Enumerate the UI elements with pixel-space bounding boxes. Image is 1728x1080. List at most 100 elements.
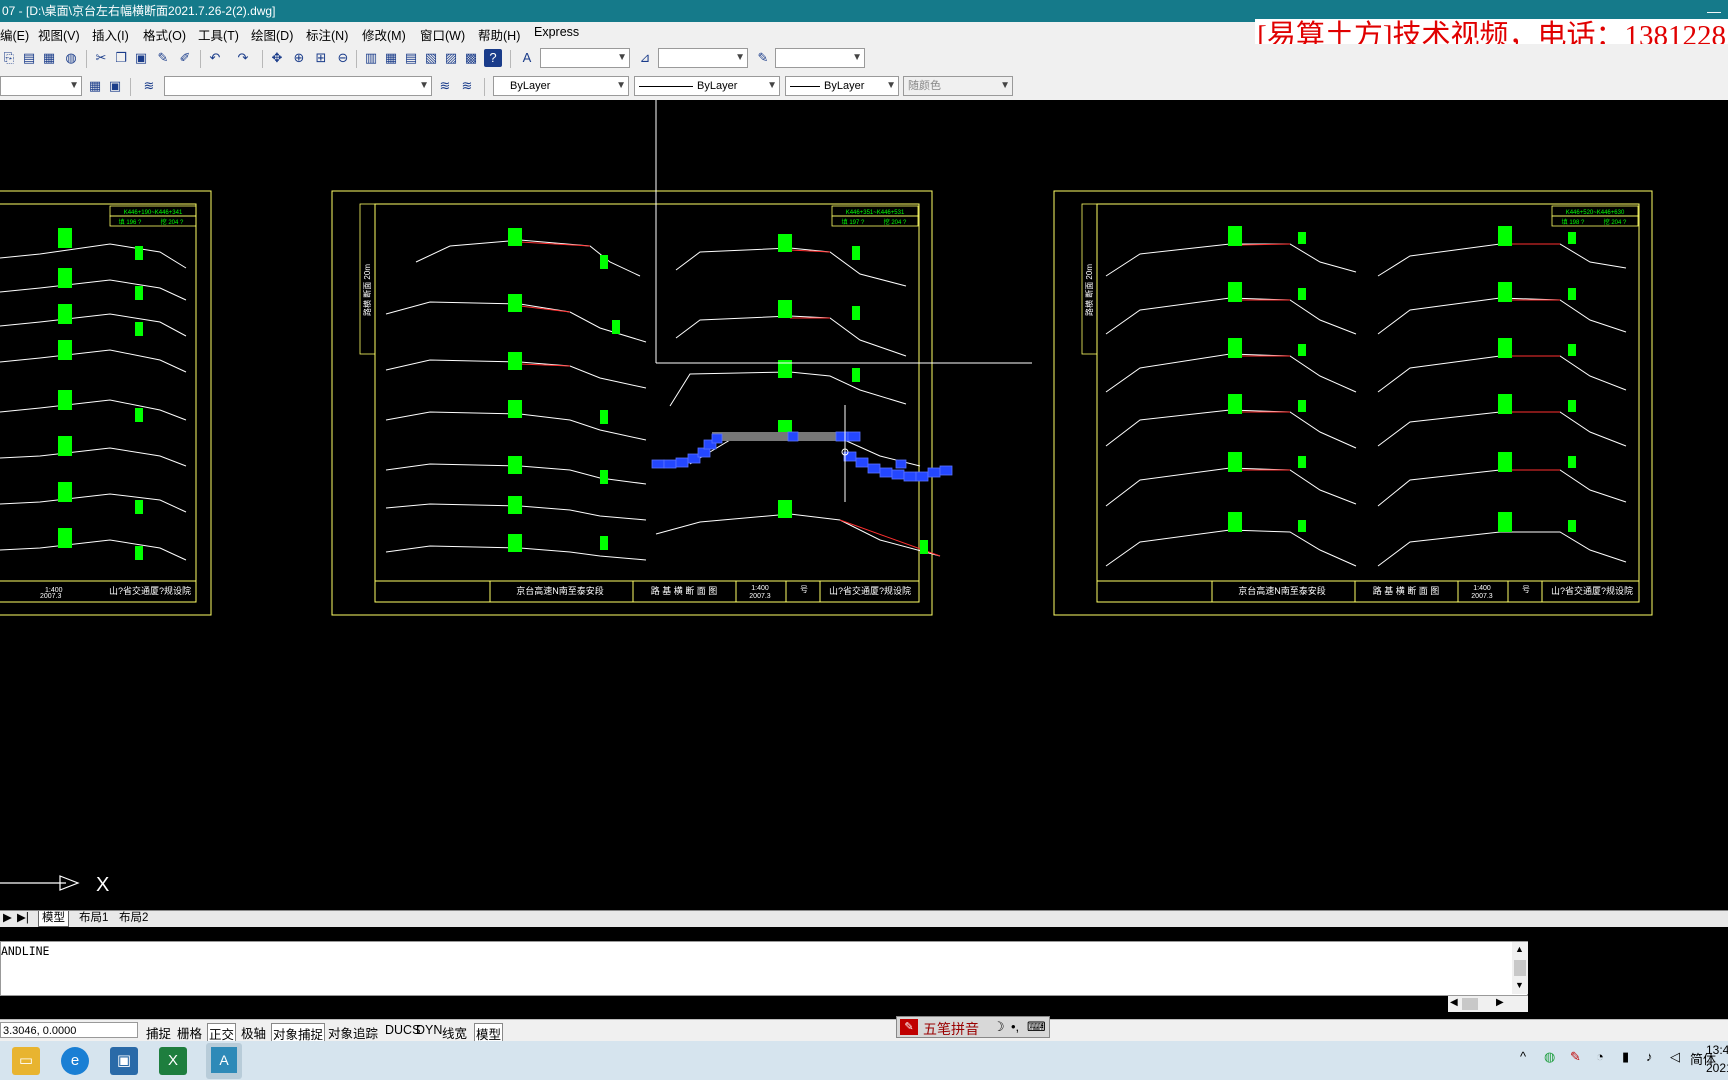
sheet-left: K446+190~K446+341 填 196 ? 挖 204 ? 1:400 … (0, 190, 212, 616)
zoom-window-icon[interactable]: ⊞ (312, 49, 330, 67)
ime-toolbar[interactable]: ✎ 五笔拼音 ☽ •, ⌨ (896, 1016, 1050, 1038)
moon-icon[interactable]: ☽ (993, 1019, 1005, 1035)
scroll-down-icon[interactable]: ▼ (1515, 980, 1524, 990)
menu-format[interactable]: 格式(O) (143, 25, 186, 44)
menu-view[interactable]: 视图(V) (38, 25, 80, 44)
menu-tools[interactable]: 工具(T) (198, 25, 239, 44)
sheet-middle-date: 2007.3 (749, 593, 771, 600)
punctuation-icon[interactable]: •, (1011, 1019, 1019, 1034)
block-editor-icon[interactable]: ✐ (176, 49, 194, 67)
linetype-color-combo[interactable]: ByLayer ▼ (493, 76, 629, 96)
microphone-icon[interactable]: ♪ (1646, 1049, 1653, 1064)
undo-icon[interactable]: ↶ (206, 49, 224, 67)
scroll-right-icon[interactable]: ▶ (1496, 997, 1504, 1008)
status-bar: 3.3046, 0.0000 捕捉 栅格 正交 极轴 对象捕捉 对象追踪 DUC… (0, 1019, 1728, 1044)
match-properties-icon[interactable]: ✎ (154, 49, 172, 67)
tray-chevron-icon[interactable]: ^ (1520, 1049, 1526, 1064)
sheet-right-fill: 填 198 ? (1562, 218, 1585, 226)
calculator-icon[interactable]: ▩ (462, 49, 480, 67)
browser-icon[interactable]: e (61, 1047, 89, 1075)
lineweight-combo[interactable]: ByLayer ▼ (785, 76, 899, 96)
tab-layout2[interactable]: 布局2 (116, 911, 151, 926)
layer-previous2-icon[interactable]: ≋ (458, 77, 476, 95)
excel-icon[interactable]: X (159, 1047, 187, 1075)
menu-modify[interactable]: 修改(M) (362, 25, 406, 44)
table-style-icon[interactable]: ✎ (754, 49, 772, 67)
tab-last-icon[interactable]: ▶| (14, 911, 32, 926)
publish-icon[interactable]: ▦ (40, 49, 58, 67)
layer-previous-icon[interactable]: ▣ (106, 77, 124, 95)
tab-prev-icon[interactable]: ▶ (0, 911, 15, 926)
file-explorer-icon[interactable]: ▭ (12, 1047, 40, 1075)
table-style-combo[interactable]: ▼ (775, 48, 865, 68)
make-current-layer-icon[interactable]: ≋ (436, 77, 454, 95)
tab-model[interactable]: 模型 (38, 911, 69, 927)
globe-icon[interactable]: ◍ (62, 49, 80, 67)
ime-label: 五笔拼音 (923, 1021, 979, 1037)
sheet-right-side-label: 路横 断面 20m (1084, 264, 1094, 316)
autocad-taskbar-button[interactable]: A (206, 1043, 242, 1079)
copy-icon[interactable]: ⎘ (0, 49, 18, 67)
status-dyn[interactable]: DYN (415, 1023, 443, 1037)
pan-icon[interactable]: ✥ (268, 49, 286, 67)
dim-style-icon[interactable]: ⊿ (636, 49, 654, 67)
command-history: ANDLINE (1, 944, 50, 958)
battery-icon[interactable]: ▮ (1622, 1049, 1629, 1065)
layer-properties-icon[interactable]: ≋ (140, 77, 158, 95)
menu-express[interactable]: Express (534, 25, 579, 39)
workspace-combo[interactable]: ▼ (0, 76, 82, 96)
keyboard-icon[interactable]: ⌨ (1027, 1019, 1046, 1035)
linetype-combo[interactable]: ByLayer ▼ (634, 76, 780, 96)
tab-layout1[interactable]: 布局1 (76, 911, 111, 926)
sheet-set-icon[interactable]: ▧ (422, 49, 440, 67)
tool-palettes-icon[interactable]: ▤ (402, 49, 420, 67)
volume-icon[interactable]: ◁ (1670, 1049, 1680, 1065)
preview-icon[interactable]: ▤ (20, 49, 38, 67)
remote-desktop-icon[interactable]: ▣ (110, 1047, 138, 1075)
zoom-realtime-icon[interactable]: ⊕ (290, 49, 308, 67)
status-otrack[interactable]: 对象追踪 (327, 1023, 379, 1042)
text-style-icon[interactable]: A (518, 49, 536, 67)
sheet-right-scale: 1:400 (1473, 585, 1491, 592)
wifi-icon[interactable]: ◔ (1596, 1049, 1604, 1064)
menu-help[interactable]: 帮助(H) (478, 25, 520, 44)
cut-icon[interactable]: ✂ (92, 49, 110, 67)
paste-icon[interactable]: ▣ (132, 49, 150, 67)
plot-style-combo[interactable]: 随颜色 ▼ (903, 76, 1013, 96)
ime-logo-icon[interactable]: ✎ (900, 1019, 918, 1035)
help-icon[interactable]: ? (484, 49, 502, 67)
zoom-previous-icon[interactable]: ⊖ (334, 49, 352, 67)
layer-combo[interactable]: ▼ (164, 76, 432, 96)
text-style-combo[interactable]: ▼ (540, 48, 630, 68)
command-scrollbar[interactable]: ▲ ▼ (1512, 942, 1528, 994)
horizontal-scrollbar[interactable]: ◀ ▶ (1448, 996, 1528, 1012)
dim-style-combo[interactable]: ▼ (658, 48, 748, 68)
menu-edit[interactable]: 编(E) (0, 25, 29, 44)
status-lineweight[interactable]: 线宽 (441, 1023, 468, 1042)
redo-icon[interactable]: ↷ (234, 49, 252, 67)
copy-clip-icon[interactable]: ❐ (112, 49, 130, 67)
menu-insert[interactable]: 插入(I) (92, 25, 129, 44)
scroll-up-icon[interactable]: ▲ (1515, 944, 1524, 954)
status-polar[interactable]: 极轴 (240, 1023, 267, 1042)
design-center-icon[interactable]: ▦ (382, 49, 400, 67)
tray-app-icon[interactable]: ◍ (1544, 1049, 1555, 1065)
menu-window[interactable]: 窗口(W) (420, 25, 465, 44)
drawing-canvas[interactable]: K446+190~K446+341 填 196 ? 挖 204 ? 1:400 … (0, 100, 1728, 910)
status-grid[interactable]: 栅格 (176, 1023, 203, 1042)
menu-draw[interactable]: 绘图(D) (251, 25, 293, 44)
sheet-middle-station: K446+351~K446+531 (846, 210, 905, 216)
layer-state-icon[interactable]: ▦ (86, 77, 104, 95)
drawing-svg[interactable]: K446+190~K446+341 填 196 ? 挖 204 ? 1:400 … (0, 100, 1728, 910)
menu-dimension[interactable]: 标注(N) (306, 25, 348, 44)
tray-ime-icon[interactable]: ✎ (1570, 1049, 1581, 1065)
status-snap[interactable]: 捕捉 (145, 1023, 172, 1042)
markup-icon[interactable]: ▨ (442, 49, 460, 67)
tray-time[interactable]: 13:4 (1706, 1043, 1728, 1057)
command-window[interactable]: ANDLINE (0, 941, 1528, 996)
properties-icon[interactable]: ▥ (362, 49, 380, 67)
sheet-middle-org: 山?省交通厦?规设院 (829, 585, 911, 596)
tray-date[interactable]: 2021 (1706, 1061, 1728, 1075)
selected-polyline[interactable] (651, 405, 953, 502)
scroll-left-icon[interactable]: ◀ (1450, 997, 1458, 1008)
